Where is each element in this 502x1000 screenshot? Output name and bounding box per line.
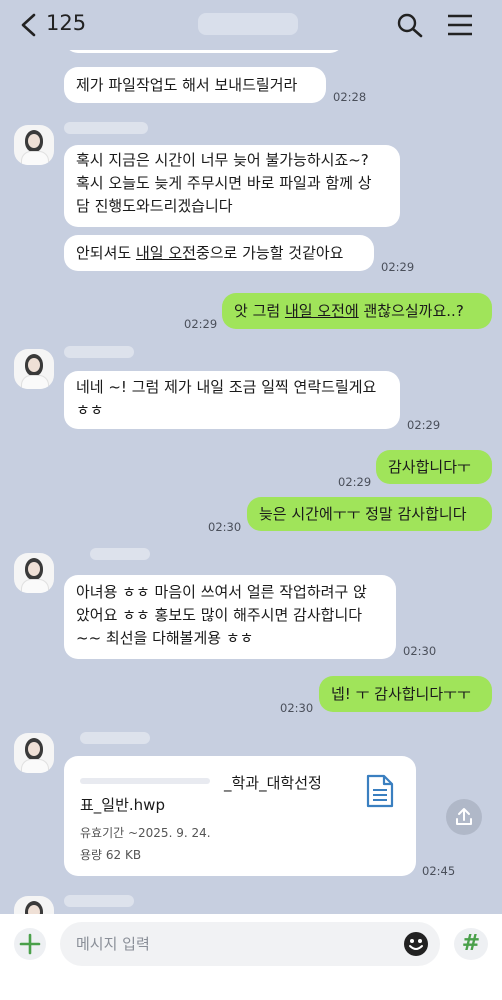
message-text-line: 았어요 ㅎㅎ 홍보도 많이 해주시면 감사합니다: [76, 606, 363, 624]
message-bubble-outgoing[interactable]: 감사합니다ㅜ: [376, 450, 492, 484]
message-text-line: 담 진행도와드리겠습니다: [76, 197, 233, 215]
message-time: 02:29: [407, 418, 441, 432]
message-time: 02:29: [184, 317, 218, 331]
message-text-line: 혹시 지금은 시간이 너무 늦어 불가능하시죠~?: [76, 151, 369, 169]
file-name-hidden: [80, 778, 210, 784]
message-link-text[interactable]: 내일 오전에: [285, 302, 359, 320]
avatar[interactable]: [14, 349, 54, 389]
message-bubble-incoming[interactable]: 혹시 지금은 시간이 너무 늦어 불가능하시죠~? 혹시 오늘도 늦게 주무시면…: [64, 145, 400, 227]
message-text: 앗 그럼: [234, 302, 285, 320]
message-text: 감사합니다ㅜ: [388, 458, 471, 476]
message-time: 02:30: [208, 520, 242, 534]
message-input[interactable]: 메시지 입력: [60, 922, 440, 966]
document-icon: [366, 774, 394, 808]
unread-count[interactable]: 125: [46, 11, 86, 35]
hash-icon[interactable]: #: [454, 928, 488, 960]
search-icon[interactable]: [396, 12, 424, 38]
emoji-icon[interactable]: [402, 930, 430, 958]
avatar[interactable]: [14, 553, 54, 593]
message-bubble-outgoing[interactable]: 넵! ㅜ 감사합니다ㅜㅜ: [319, 676, 492, 712]
message-text-line: 혹시 오늘도 늦게 주무시면 바로 파일과 함께 상: [76, 174, 372, 192]
share-button[interactable]: [446, 799, 482, 835]
sender-name: [90, 548, 150, 560]
sender-name: [64, 122, 148, 134]
message-text: 넵! ㅜ 감사합니다ㅜㅜ: [331, 685, 471, 703]
message-time: 02:30: [403, 644, 437, 658]
share-icon: [456, 808, 472, 825]
message-text-line: ~~ 최선을 다해볼게용 ㅎㅎ: [76, 629, 254, 647]
message-text: 중으로 가능할 것같아요: [195, 244, 344, 262]
sender-name: [64, 346, 134, 358]
hamburger-menu-icon[interactable]: [446, 12, 474, 38]
message-text: 안되셔도: [76, 244, 136, 262]
chat-title: [198, 13, 298, 35]
attach-button[interactable]: [14, 928, 46, 960]
sender-name: [64, 895, 134, 907]
file-name: 표_일반.hwp: [80, 796, 165, 814]
plus-icon: [19, 933, 41, 955]
file-name: _학과_대학선정: [224, 774, 322, 792]
message-text-line: 네네 ~! 그럼 제가 내일 조금 일찍 연락드릴게요: [76, 378, 377, 396]
sender-name: [80, 732, 150, 744]
message-text: 괜찮으실까요..?: [358, 302, 464, 320]
file-size: 용량 62 KB: [80, 848, 142, 862]
chat-header: 125: [0, 0, 502, 50]
message-text-line: ㅎㅎ: [76, 401, 104, 419]
message-bubble-incoming[interactable]: 네네 ~! 그럼 제가 내일 조금 일찍 연락드릴게요 ㅎㅎ: [64, 371, 400, 429]
file-expiry: 유효기간 ~2025. 9. 24.: [80, 826, 211, 840]
message-time: 02:28: [333, 90, 367, 104]
message-time: 02:45: [422, 864, 456, 878]
message-time: 02:29: [338, 475, 372, 489]
message-input-placeholder: 메시지 입력: [76, 935, 150, 953]
message-time: 02:29: [381, 260, 415, 274]
message-text: 늦은 시간에ㅜㅜ 정말 감사합니다: [259, 505, 467, 523]
chevron-left-icon[interactable]: [18, 12, 40, 38]
message-text: 제가 파일작업도 해서 보내드릴거라: [76, 76, 298, 94]
message-link-text[interactable]: 내일 오전: [136, 244, 196, 262]
avatar[interactable]: [14, 125, 54, 165]
message-bubble-incoming[interactable]: 제가 파일작업도 해서 보내드릴거라: [64, 67, 326, 103]
message-bubble-incoming[interactable]: 안되셔도 내일 오전중으로 가능할 것같아요: [64, 235, 374, 271]
message-time: 02:30: [280, 701, 314, 715]
message-bubble-outgoing[interactable]: 늦은 시간에ㅜㅜ 정말 감사합니다: [247, 497, 492, 531]
message-bubble-incoming[interactable]: 아녀용 ㅎㅎ 마음이 쓰여서 얼른 작업하려구 앉 았어요 ㅎㅎ 홍보도 많이 …: [64, 575, 396, 659]
message-bubble-outgoing[interactable]: 앗 그럼 내일 오전에 괜찮으실까요..?: [222, 293, 492, 329]
avatar[interactable]: [14, 733, 54, 773]
message-text-line: 아녀용 ㅎㅎ 마음이 쓰여서 얼른 작업하려구 앉: [76, 583, 367, 601]
file-attachment[interactable]: _학과_대학선정 표_일반.hwp 유효기간 ~2025. 9. 24. 용량 …: [64, 756, 416, 876]
